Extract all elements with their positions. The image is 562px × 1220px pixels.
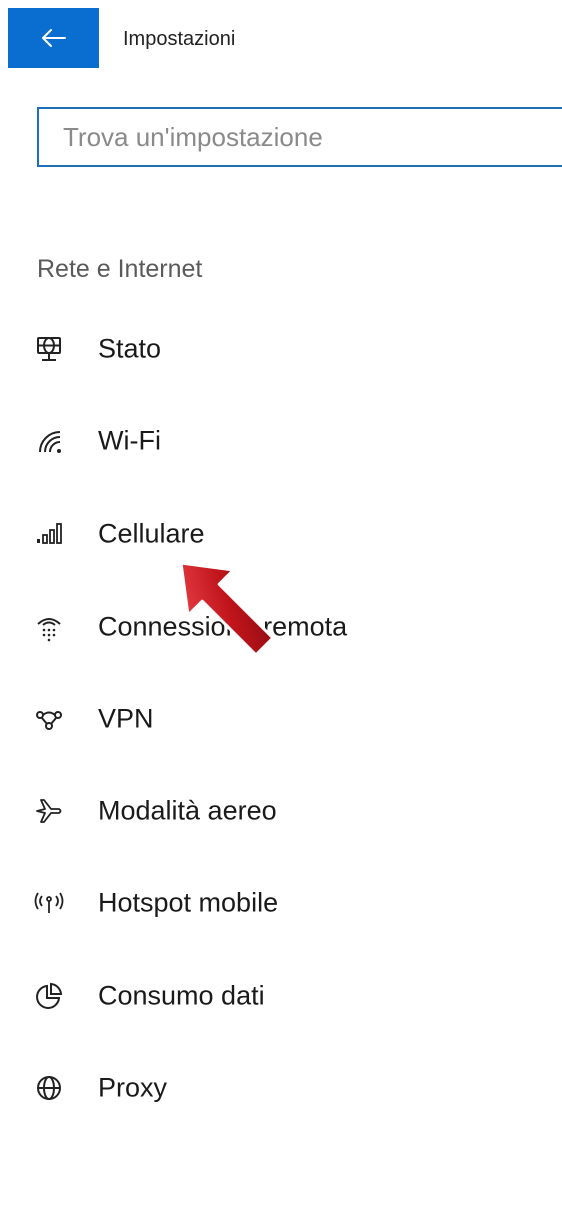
nav-item-proxy[interactable]: Proxy	[0, 1053, 562, 1123]
dial-up-icon	[34, 612, 64, 642]
globe-icon	[34, 1073, 64, 1103]
nav-item-connessione-remota[interactable]: Connessione remota	[0, 592, 562, 662]
section-heading: Rete e Internet	[37, 255, 203, 283]
airplane-icon	[34, 796, 64, 826]
search-input[interactable]	[39, 109, 562, 165]
search-box[interactable]	[37, 107, 562, 167]
nav-label: Modalità aereo	[98, 795, 277, 826]
cellular-signal-icon	[34, 519, 64, 549]
nav-item-consumo-dati[interactable]: Consumo dati	[0, 961, 562, 1031]
wifi-icon	[34, 426, 64, 456]
nav-label: Cellulare	[98, 518, 205, 549]
hotspot-icon	[34, 888, 64, 918]
nav-label: Proxy	[98, 1072, 168, 1103]
nav-item-cellulare[interactable]: Cellulare	[0, 499, 562, 569]
back-arrow-icon	[41, 29, 66, 47]
nav-item-hotspot-mobile[interactable]: Hotspot mobile	[0, 868, 562, 938]
nav-item-vpn[interactable]: VPN	[0, 684, 562, 754]
nav-label: Consumo dati	[98, 980, 265, 1011]
data-usage-icon	[34, 981, 64, 1011]
nav-item-modalita-aereo[interactable]: Modalità aereo	[0, 776, 562, 846]
nav-label: Hotspot mobile	[98, 887, 279, 918]
nav-label: Connessione remota	[98, 611, 348, 642]
network-status-icon	[34, 334, 64, 364]
nav-label: Stato	[98, 333, 162, 364]
nav-label: VPN	[98, 703, 154, 734]
title-bar: Impostazioni	[0, 0, 562, 68]
vpn-icon	[34, 704, 64, 734]
back-button[interactable]	[8, 8, 99, 68]
window-title: Impostazioni	[123, 28, 236, 50]
nav-item-stato[interactable]: Stato	[0, 314, 562, 384]
nav-label: Wi-Fi	[98, 425, 161, 456]
nav-item-wifi[interactable]: Wi-Fi	[0, 406, 562, 476]
